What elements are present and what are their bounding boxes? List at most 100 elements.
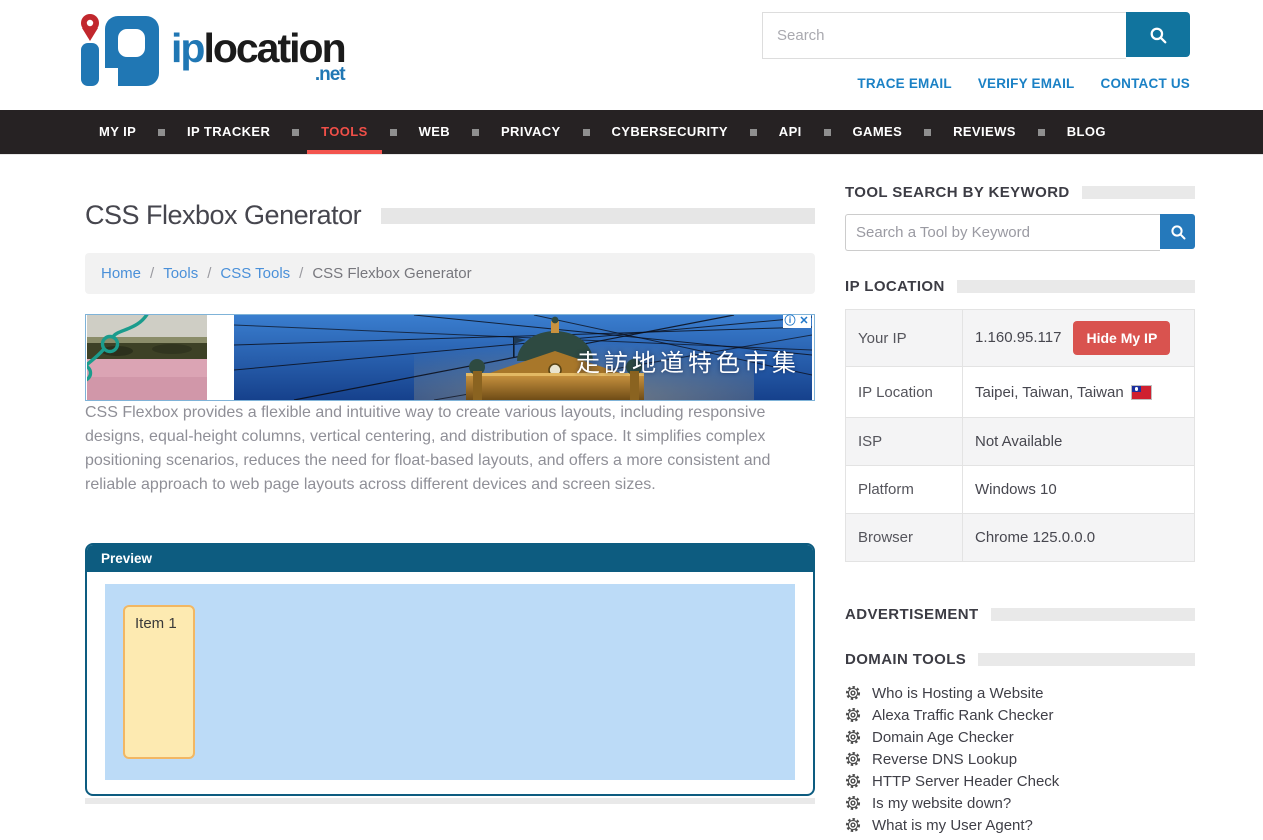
tool-search-heading-text: TOOL SEARCH BY KEYWORD (845, 184, 1070, 201)
row-value: Windows 10 (963, 466, 1195, 514)
table-row: IP Location Taipei, Taiwan, Taiwan (846, 367, 1195, 418)
breadcrumb-css-tools[interactable]: CSS Tools (220, 265, 290, 282)
breadcrumb-home[interactable]: Home (101, 265, 141, 282)
main-nav: MY IP IP TRACKER TOOLS WEB PRIVACY CYBER… (0, 110, 1263, 155)
breadcrumb: Home / Tools / CSS Tools / CSS Flexbox G… (85, 253, 815, 294)
nav-separator (750, 129, 757, 136)
gear-icon (845, 795, 861, 811)
domain-tool-link[interactable]: What is my User Agent? (872, 817, 1033, 834)
domain-tool-who-is-hosting[interactable]: Who is Hosting a Website (845, 682, 1195, 704)
row-label: ISP (846, 418, 963, 466)
domain-tool-alexa-rank[interactable]: Alexa Traffic Rank Checker (845, 704, 1195, 726)
logo-wordmark: iplocation .net (171, 28, 345, 84)
breadcrumb-tools[interactable]: Tools (163, 265, 198, 282)
preview-panel: Preview Item 1 (85, 543, 815, 796)
title-decorative-bar (381, 208, 815, 224)
domain-tools-list: Who is Hosting a Website Alexa Traffic R… (845, 682, 1195, 836)
header-quick-links: TRACE EMAIL VERIFY EMAIL CONTACT US (857, 76, 1190, 91)
table-row: Browser Chrome 125.0.0.0 (846, 514, 1195, 562)
nav-item-games[interactable]: GAMES (839, 110, 917, 154)
domain-tool-domain-age[interactable]: Domain Age Checker (845, 726, 1195, 748)
preview-panel-body: Item 1 (87, 572, 813, 794)
advertisement-heading-text: ADVERTISEMENT (845, 606, 979, 623)
ip-address-value: 1.160.95.117 (975, 329, 1061, 346)
page-title: CSS Flexbox Generator (85, 200, 361, 231)
domain-tool-link[interactable]: Alexa Traffic Rank Checker (872, 707, 1053, 724)
domain-tool-website-down[interactable]: Is my website down? (845, 792, 1195, 814)
row-value: Taipei, Taiwan, Taiwan (963, 367, 1195, 418)
trace-email-link[interactable]: TRACE EMAIL (857, 76, 951, 91)
nav-item-cybersecurity[interactable]: CYBERSECURITY (597, 110, 741, 154)
nav-item-reviews[interactable]: REVIEWS (939, 110, 1030, 154)
domain-tool-reverse-dns[interactable]: Reverse DNS Lookup (845, 748, 1195, 770)
hide-my-ip-button[interactable]: Hide My IP (1073, 321, 1170, 355)
heading-decorative-bar (1082, 186, 1195, 199)
search-icon (1149, 26, 1167, 44)
ip-location-table: Your IP 1.160.95.117Hide My IP IP Locati… (845, 309, 1195, 562)
ad-banner[interactable]: 走訪地道特色市集 ⓘ ✕ (85, 314, 815, 401)
main-content: CSS Flexbox Generator Home / Tools / CSS… (85, 154, 815, 804)
breadcrumb-separator: / (150, 265, 154, 282)
domain-tool-link[interactable]: Is my website down? (872, 795, 1011, 812)
site-logo[interactable]: iplocation .net (75, 10, 345, 90)
gear-icon (845, 773, 861, 789)
header-search (762, 12, 1190, 57)
nav-separator (824, 129, 831, 136)
header-search-input[interactable] (762, 12, 1126, 59)
table-row: Your IP 1.160.95.117Hide My IP (846, 310, 1195, 367)
heading-decorative-bar (978, 653, 1195, 666)
ad-thumbnail-image[interactable] (87, 315, 207, 400)
next-section-edge (85, 798, 815, 804)
tool-search-heading: TOOL SEARCH BY KEYWORD (845, 184, 1195, 201)
ad-choice-icons: ⓘ ✕ (783, 315, 811, 328)
contact-us-link[interactable]: CONTACT US (1101, 76, 1191, 91)
row-label: Platform (846, 466, 963, 514)
site-header: iplocation .net TRACE EMAIL VERIFY EMAIL… (0, 0, 1263, 110)
search-icon (1170, 224, 1186, 240)
domain-tool-link[interactable]: HTTP Server Header Check (872, 773, 1059, 790)
nav-separator (292, 129, 299, 136)
ad-info-icon[interactable]: ⓘ (783, 315, 797, 328)
tool-search-button[interactable] (1160, 214, 1195, 249)
ip-location-value: Taipei, Taiwan, Taiwan (975, 384, 1124, 401)
nav-item-web[interactable]: WEB (405, 110, 465, 154)
row-value: Not Available (963, 418, 1195, 466)
table-row: ISP Not Available (846, 418, 1195, 466)
domain-tool-link[interactable]: Domain Age Checker (872, 729, 1014, 746)
domain-tool-link[interactable]: Who is Hosting a Website (872, 685, 1043, 702)
breadcrumb-separator: / (299, 265, 303, 282)
nav-item-ip-tracker[interactable]: IP TRACKER (173, 110, 284, 154)
row-label: IP Location (846, 367, 963, 418)
nav-separator (583, 129, 590, 136)
row-value: Chrome 125.0.0.0 (963, 514, 1195, 562)
logo-ip-icon (75, 10, 167, 90)
domain-tool-user-agent[interactable]: What is my User Agent? (845, 814, 1195, 836)
nav-separator (924, 129, 931, 136)
flex-preview-container[interactable]: Item 1 (105, 584, 795, 780)
gear-icon (845, 729, 861, 745)
header-search-button[interactable] (1126, 12, 1190, 57)
domain-tool-http-header[interactable]: HTTP Server Header Check (845, 770, 1195, 792)
breadcrumb-separator: / (207, 265, 211, 282)
nav-item-privacy[interactable]: PRIVACY (487, 110, 575, 154)
domain-tool-link[interactable]: Reverse DNS Lookup (872, 751, 1017, 768)
tool-search (845, 214, 1195, 249)
gear-icon (845, 751, 861, 767)
row-label: Browser (846, 514, 963, 562)
heading-decorative-bar (957, 280, 1195, 293)
flex-preview-item[interactable]: Item 1 (123, 605, 195, 759)
nav-separator (1038, 129, 1045, 136)
ad-caption-text: 走訪地道特色市集 (576, 343, 800, 378)
nav-item-api[interactable]: API (765, 110, 816, 154)
nav-separator (158, 129, 165, 136)
nav-item-my-ip[interactable]: MY IP (85, 110, 150, 154)
nav-item-tools[interactable]: TOOLS (307, 110, 382, 154)
table-row: Platform Windows 10 (846, 466, 1195, 514)
gear-icon (845, 817, 861, 833)
tool-search-input[interactable] (845, 214, 1160, 251)
logo-text-ip: ip (171, 25, 203, 71)
tool-description: CSS Flexbox provides a flexible and intu… (85, 401, 797, 497)
verify-email-link[interactable]: VERIFY EMAIL (978, 76, 1075, 91)
nav-item-blog[interactable]: BLOG (1053, 110, 1120, 154)
ad-close-icon[interactable]: ✕ (797, 315, 811, 328)
